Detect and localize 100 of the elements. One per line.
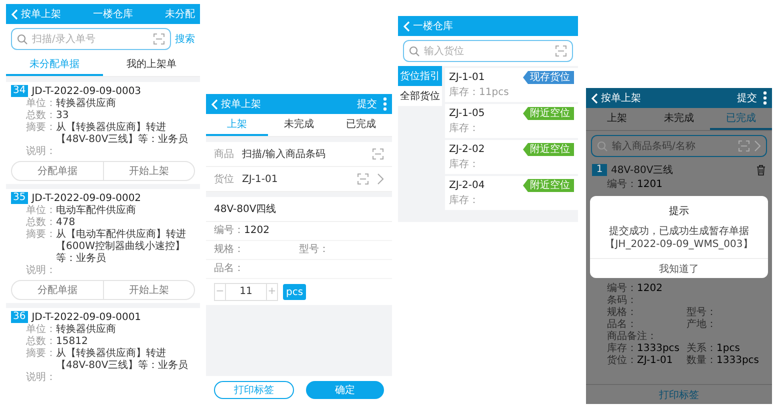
submit-action[interactable]: 提交	[737, 91, 757, 105]
location-code[interactable]: ZJ-2-02	[449, 144, 485, 155]
input-label: 商品	[214, 148, 234, 161]
field-value: 从【转换器供应商】转进【48V-80V三线】等：业务员	[56, 348, 190, 372]
field-value: 转换器供应商	[56, 98, 116, 110]
nav-item[interactable]: 货位指引	[398, 66, 442, 86]
back-label[interactable]: 按单上架	[21, 7, 61, 21]
field-label: 货位：	[607, 355, 637, 367]
field-label: 编号：	[607, 179, 637, 191]
index-badge: 1	[592, 164, 607, 176]
tab[interactable]: 我的上架单	[103, 54, 200, 76]
field-label: 编号：	[607, 283, 637, 295]
nav-item[interactable]: 全部货位	[398, 86, 442, 106]
card-action-button[interactable]: 开始上架	[102, 281, 194, 299]
stock-text: 库存：	[449, 194, 480, 207]
order-number[interactable]: JD-T-2022-09-09-0002	[32, 192, 142, 204]
field-label: 说明：	[26, 146, 56, 158]
quantity-field[interactable]: 11	[225, 284, 267, 300]
field-value: 转换器供应商	[56, 324, 116, 336]
index-badge: 34	[11, 85, 28, 97]
back-icon[interactable]	[591, 92, 598, 104]
tab[interactable]: 未完成	[268, 114, 330, 136]
location-code[interactable]: ZJ-1-05	[449, 108, 485, 119]
scan-icon[interactable]	[738, 140, 750, 152]
field-value: 1333pcs	[716, 355, 760, 367]
field-value: 1pcs	[716, 343, 740, 355]
field-label: 关系：	[686, 343, 716, 355]
field-label: 单位：	[26, 205, 56, 216]
status-tag: 附近空位	[523, 179, 574, 192]
back-label[interactable]: 按单上架	[221, 97, 261, 111]
dialog-message-line: 提交成功，已成功生成暂存单据	[608, 225, 749, 238]
scan-icon[interactable]	[555, 45, 567, 57]
back-label[interactable]: 按单上架	[601, 91, 641, 105]
search-field[interactable]: 扫描/录入单号	[11, 28, 171, 50]
field-value: 15812	[56, 336, 88, 348]
field-value: 1333pcs	[637, 343, 680, 355]
scan-icon[interactable]	[357, 173, 369, 185]
field-value: 从【电动车配件供应商】转进【600W控制器曲线小速控】等：业务员	[56, 229, 187, 265]
scan-icon[interactable]	[153, 33, 165, 45]
field-label: 编号：	[214, 225, 244, 237]
more-menu-icon[interactable]	[763, 91, 767, 105]
field-label: 产地：	[686, 319, 716, 331]
header-title: 一楼仓库	[92, 8, 134, 21]
card-action-button[interactable]: 开始上架	[102, 162, 194, 180]
header-action[interactable]: 未分配	[165, 7, 195, 21]
order-number[interactable]: JD-T-2022-09-09-0001	[32, 312, 142, 322]
field-label: 说明：	[26, 372, 56, 384]
field-label: 商品备注：	[607, 331, 657, 342]
field-value: 1201	[637, 179, 662, 191]
order-number[interactable]: JD-T-2022-09-09-0003	[32, 86, 142, 96]
field-label: 总数：	[26, 336, 56, 348]
card-action-button[interactable]: 分配单据	[12, 162, 102, 180]
field-label: 数量：	[686, 355, 716, 367]
field-label: 总数：	[26, 110, 56, 122]
field-value: 478	[56, 217, 76, 228]
tab[interactable]: 上架	[586, 108, 648, 130]
field-label: 型号：	[686, 307, 716, 318]
search-field[interactable]: 输入商品条码/名称	[591, 135, 767, 157]
tab[interactable]: 已完成	[330, 114, 392, 136]
dialog-title: 提示	[669, 205, 689, 218]
field-value: 1202	[637, 283, 662, 295]
chevron-right-icon[interactable]	[754, 140, 761, 152]
field-label: 库存：	[607, 343, 637, 355]
field-label: 摘要：	[26, 229, 56, 242]
search-icon	[17, 34, 28, 44]
product-name: 48V-80V三线	[611, 164, 674, 177]
action-button[interactable]: 确定	[306, 381, 384, 399]
chevron-right-icon[interactable]	[377, 173, 384, 185]
field-label: 说明：	[26, 265, 56, 277]
input-field[interactable]: 扫描/输入商品条码	[242, 147, 364, 161]
search-button[interactable]: 搜索	[175, 32, 195, 46]
tab[interactable]: 未完成	[648, 108, 710, 130]
location-code[interactable]: ZJ-1-01	[449, 72, 485, 83]
card-action-button[interactable]: 分配单据	[12, 281, 102, 299]
field-label: 品名：	[214, 263, 244, 275]
header-title: 一楼仓库	[413, 20, 453, 33]
search-icon	[409, 46, 420, 56]
stock-text: 库存：	[449, 158, 480, 171]
dialog-message-line: 【JH_2022-09-09_WMS_003】	[605, 238, 753, 251]
field-value: 电动车配件供应商	[56, 205, 136, 217]
input-label: 货位	[214, 173, 234, 186]
product-name: 48V-80V四线	[206, 197, 392, 222]
input-field[interactable]: ZJ-1-01	[242, 174, 349, 184]
field-value: 33	[56, 110, 69, 122]
unit-button[interactable]: pcs	[283, 284, 306, 300]
trash-icon[interactable]	[756, 164, 766, 176]
action-button[interactable]: 打印标签	[214, 381, 294, 399]
status-tag: 附近空位	[523, 143, 574, 156]
location-code[interactable]: ZJ-2-04	[449, 180, 485, 191]
status-tag: 附近空位	[523, 107, 574, 120]
field-label: 规格：	[607, 307, 637, 319]
scan-icon[interactable]	[372, 148, 384, 160]
field-label: 规格：	[214, 244, 244, 256]
field-label: 单位：	[26, 98, 56, 110]
field-label: 单位：	[26, 324, 56, 336]
submit-action[interactable]: 提交	[357, 97, 377, 111]
dialog-button[interactable]: 我知道了	[590, 258, 768, 278]
search-icon	[597, 140, 608, 152]
search-field[interactable]: 输入货位	[403, 40, 573, 62]
quantity-stepper[interactable]: − 11 +	[214, 283, 278, 301]
